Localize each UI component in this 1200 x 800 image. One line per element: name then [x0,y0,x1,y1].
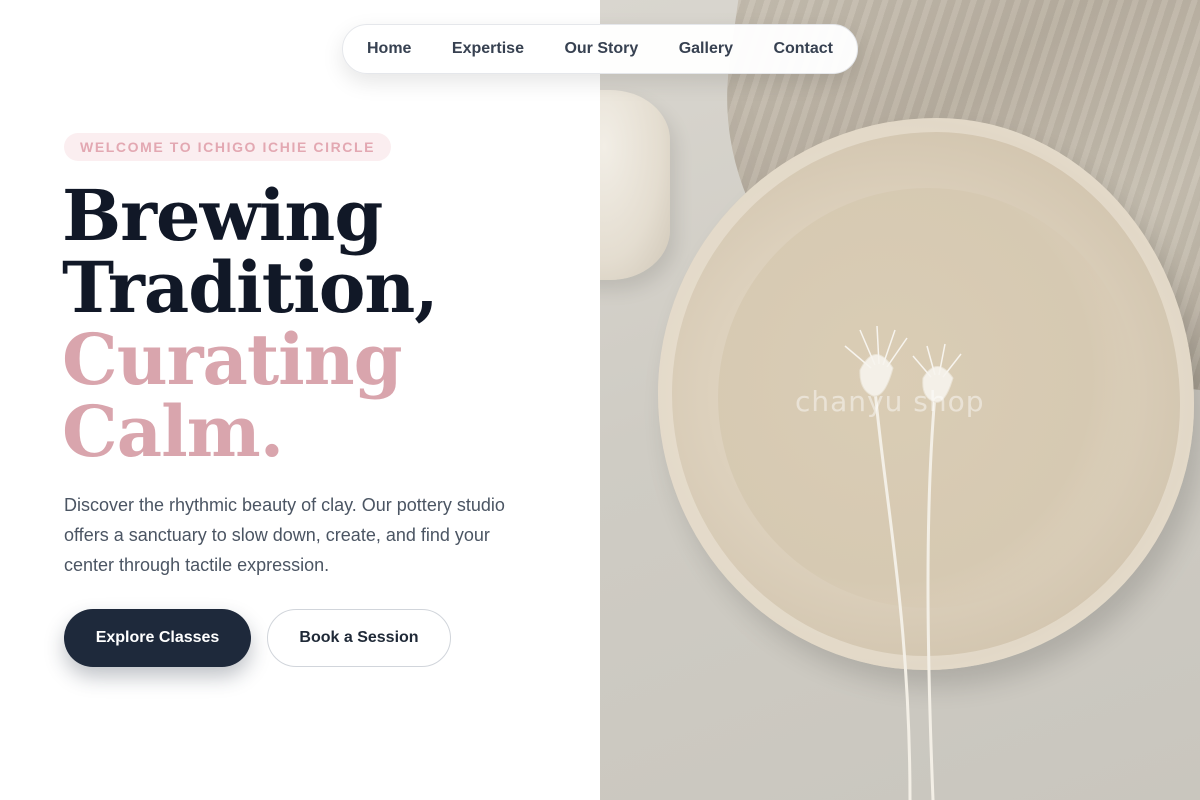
book-session-button[interactable]: Book a Session [267,609,451,667]
headline-line-3: Curating [62,318,403,401]
image-watermark: chanyu shop [795,385,985,418]
hero-description: Discover the rhythmic beauty of clay. Ou… [64,495,505,575]
headline-line-4: Calm. [62,390,284,473]
nav-item-contact[interactable]: Contact [773,40,833,58]
ceramic-cup [600,90,670,280]
nav-item-our-story[interactable]: Our Story [564,40,638,58]
headline-line-1: Brewing [62,174,383,257]
headline-line-2: Tradition, [62,246,439,329]
hero-headline: Brewing Tradition, Curating Calm. [62,180,582,468]
hero-image: chanyu shop [600,0,1200,800]
explore-classes-button[interactable]: Explore Classes [64,609,251,667]
nav-item-expertise[interactable]: Expertise [452,40,524,58]
welcome-badge: WELCOME TO ICHIGO ICHIE CIRCLE [64,133,392,161]
nav-item-home[interactable]: Home [367,40,411,58]
top-navigation: Home Expertise Our Story Gallery Contact [342,24,858,74]
nav-item-gallery[interactable]: Gallery [679,40,733,58]
